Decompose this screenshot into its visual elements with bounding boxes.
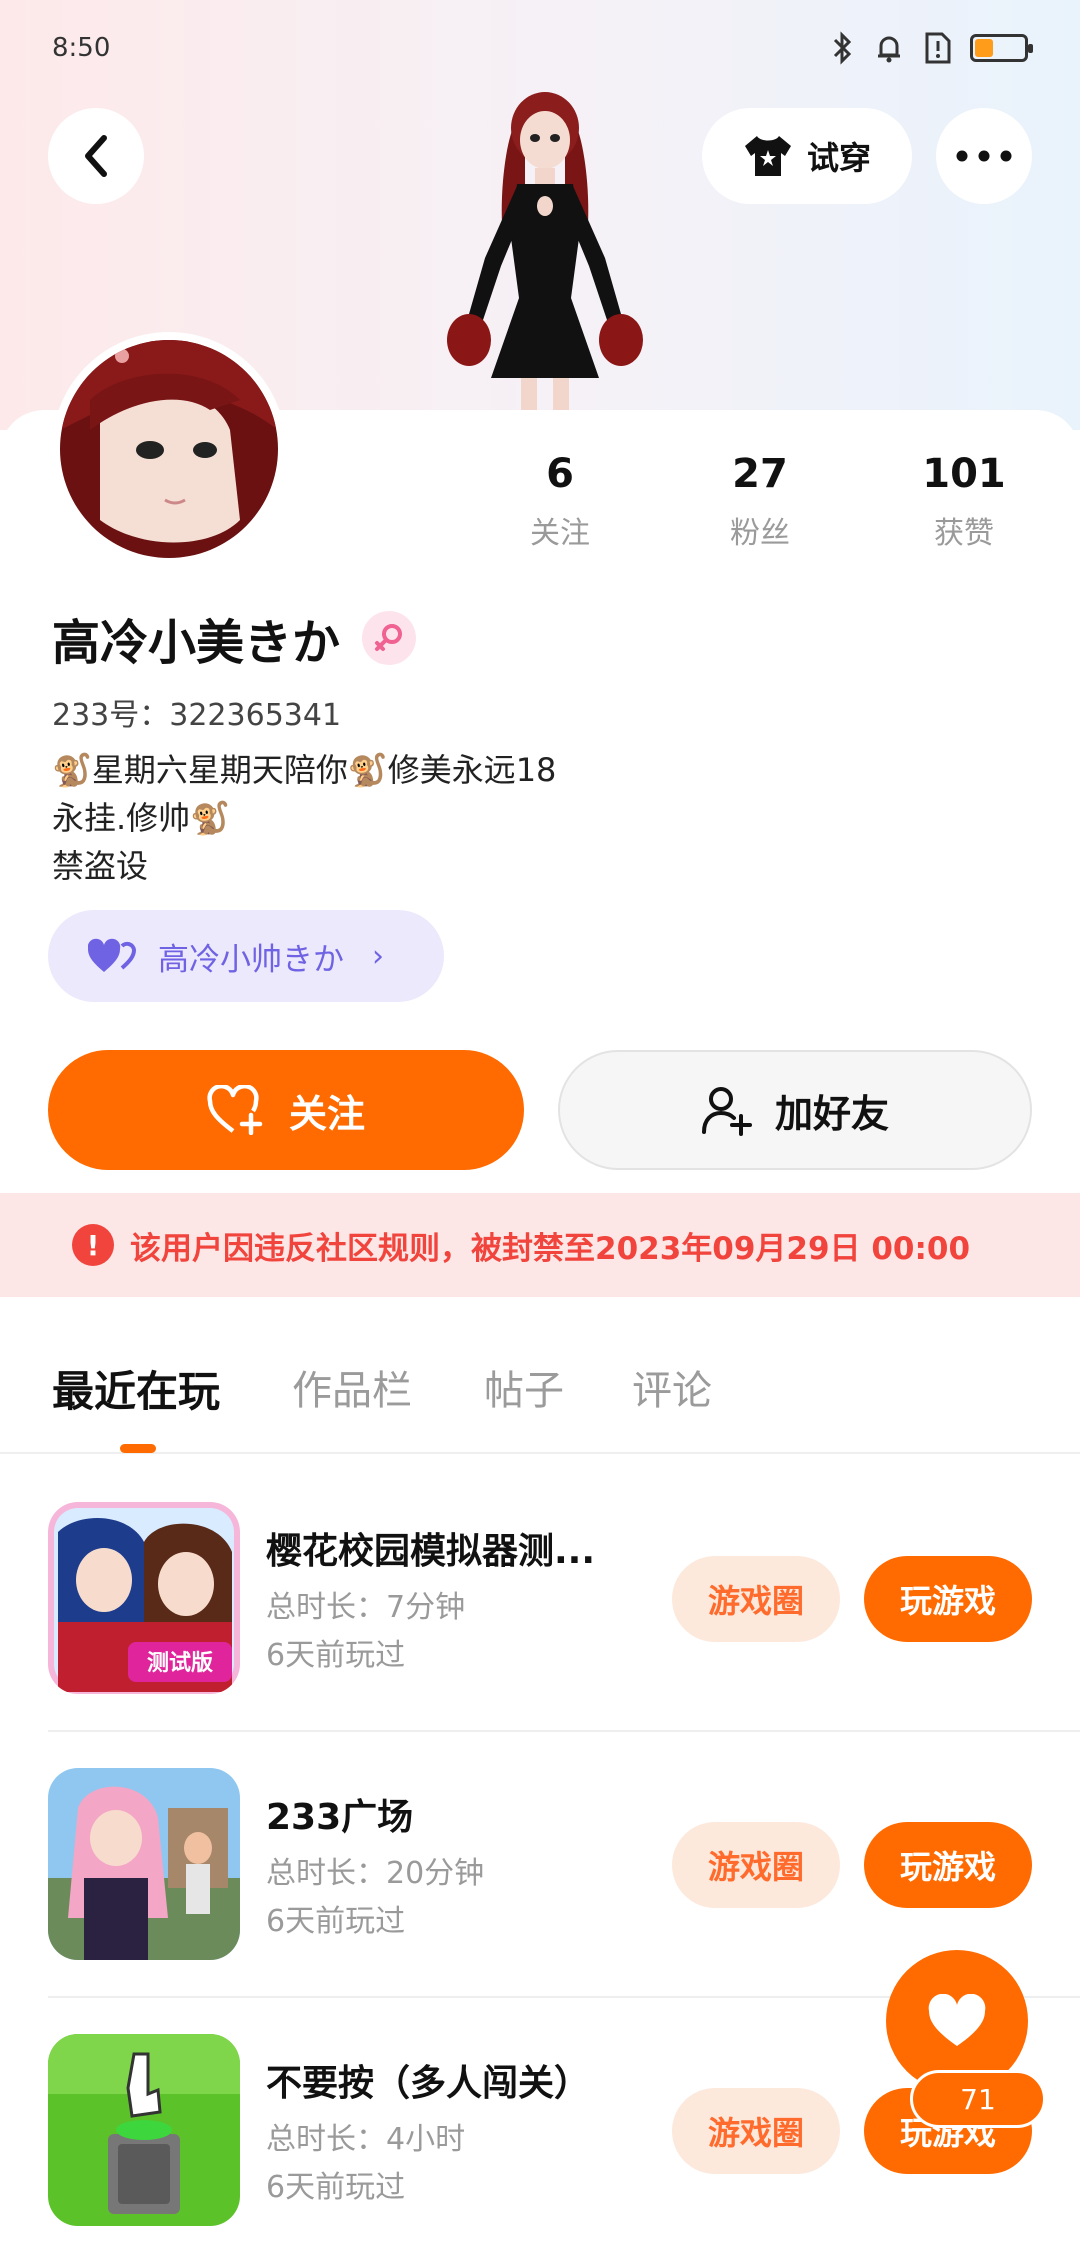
- heart-icon: [928, 1994, 986, 2046]
- game-circle-button[interactable]: 游戏圈: [672, 1822, 840, 1908]
- stat-label: 获赞: [934, 516, 994, 551]
- game-circle-button[interactable]: 游戏圈: [672, 1556, 840, 1642]
- status-bar: 8:50: [52, 28, 1033, 68]
- tab-works[interactable]: 作品栏: [292, 1358, 412, 1416]
- avatar-3d-figure: [447, 92, 643, 418]
- game-circle-button[interactable]: 游戏圈: [672, 2088, 840, 2174]
- user-id: 233号：322365341: [52, 698, 342, 733]
- bio: 🐒星期六星期天陪你🐒修美永远18 永挂.修帅🐒 禁盗设: [52, 746, 556, 890]
- game-duration: 总时长：20分钟: [266, 1856, 485, 1891]
- avatar-image: [60, 340, 278, 558]
- game-title: 233广场: [266, 1797, 414, 1838]
- bell-icon: [878, 36, 900, 63]
- more-options-button[interactable]: [936, 108, 1032, 204]
- alert-icon: !: [72, 1224, 114, 1266]
- status-time: 8:50: [52, 33, 111, 63]
- tab-posts[interactable]: 帖子: [484, 1358, 564, 1416]
- play-game-button[interactable]: 玩游戏: [864, 1822, 1032, 1908]
- game-icon-dont-press: [48, 2034, 240, 2226]
- back-button[interactable]: [48, 108, 144, 204]
- bio-line: 🐒星期六星期天陪你🐒修美永远18: [52, 751, 557, 789]
- game-last-played: 6天前玩过: [266, 2170, 406, 2205]
- like-count-badge: 71: [910, 2070, 1046, 2128]
- game-list-item[interactable]: 233广场 总时长：20分钟 6天前玩过 游戏圈 玩游戏: [48, 1768, 1032, 1964]
- game-icon-sakura: 测试版: [48, 1502, 240, 1694]
- chevron-right-icon: ›: [372, 938, 384, 974]
- game-icon-233-plaza: [48, 1768, 240, 1960]
- svg-text:测试版: 测试版: [147, 1651, 213, 1676]
- bio-line: 永挂.修帅🐒: [52, 799, 231, 837]
- divider: [48, 1730, 1080, 1732]
- follow-button[interactable]: 关注: [48, 1050, 524, 1170]
- try-on-button[interactable]: 试穿: [702, 108, 912, 204]
- game-duration: 总时长：7分钟: [266, 1590, 466, 1625]
- cp-name: 高冷小帅きか: [158, 941, 344, 978]
- more-dots-icon: [956, 150, 1012, 162]
- bluetooth-icon: [833, 31, 852, 65]
- game-last-played: 6天前玩过: [266, 1904, 406, 1939]
- sim-alert-icon: [925, 32, 951, 64]
- stat-label: 粉丝: [730, 516, 790, 551]
- tshirt-icon: [744, 136, 791, 176]
- avatar[interactable]: [52, 332, 286, 566]
- tab-recently-played[interactable]: 最近在玩: [52, 1358, 220, 1419]
- active-tab-indicator: [120, 1444, 156, 1453]
- game-list-item[interactable]: 不要按（多人闯关） 总时长：4小时 6天前玩过 游戏圈 玩游戏: [48, 2034, 1032, 2230]
- ban-notice-banner: ! 该用户因违反社区规则，被封禁至2023年09月29日 00:00: [0, 1193, 1080, 1297]
- profile-tabs: 最近在玩 作品栏 帖子 评论: [0, 1340, 1080, 1454]
- tab-comments[interactable]: 评论: [632, 1358, 712, 1416]
- cp-relationship-pill[interactable]: 高冷小帅きか ›: [48, 910, 444, 1002]
- try-on-label: 试穿: [806, 139, 871, 177]
- back-arrow-icon: [85, 135, 107, 177]
- stat-value: 27: [732, 451, 788, 497]
- female-gender-icon: [362, 611, 417, 665]
- add-friend-label: 加好友: [774, 1091, 889, 1136]
- game-last-played: 6天前玩过: [266, 1638, 406, 1673]
- follow-label: 关注: [288, 1091, 365, 1136]
- stat-following[interactable]: 6 关注: [480, 450, 640, 552]
- battery-icon: [970, 34, 1033, 62]
- add-friend-button[interactable]: 加好友: [558, 1050, 1032, 1170]
- stat-value: 101: [922, 451, 1006, 497]
- add-user-icon: [701, 1087, 752, 1136]
- game-title: 不要按（多人闯关）: [266, 2063, 591, 2104]
- double-heart-icon: [88, 938, 136, 972]
- stats-row: 6 关注 27 粉丝 101 获赞: [480, 450, 1080, 560]
- nickname: 高冷小美きか: [52, 615, 341, 671]
- ban-notice-text: 该用户因违反社区规则，被封禁至2023年09月29日 00:00: [130, 1230, 971, 1267]
- bio-line: 禁盗设: [52, 847, 149, 885]
- game-title: 樱花校园模拟器测...: [266, 1531, 596, 1572]
- stat-value: 6: [546, 451, 574, 497]
- game-duration: 总时长：4小时: [266, 2122, 466, 2157]
- nickname-row: 高冷小美きか: [52, 606, 417, 671]
- heart-plus-icon: [207, 1085, 263, 1135]
- stat-label: 关注: [530, 516, 590, 551]
- stat-fans[interactable]: 27 粉丝: [680, 450, 840, 552]
- stat-likes[interactable]: 101 获赞: [884, 450, 1044, 552]
- play-game-button[interactable]: 玩游戏: [864, 1556, 1032, 1642]
- game-list-item[interactable]: 测试版 樱花校园模拟器测... 总时长：7分钟 6天前玩过 游戏圈 玩游戏: [48, 1502, 1032, 1698]
